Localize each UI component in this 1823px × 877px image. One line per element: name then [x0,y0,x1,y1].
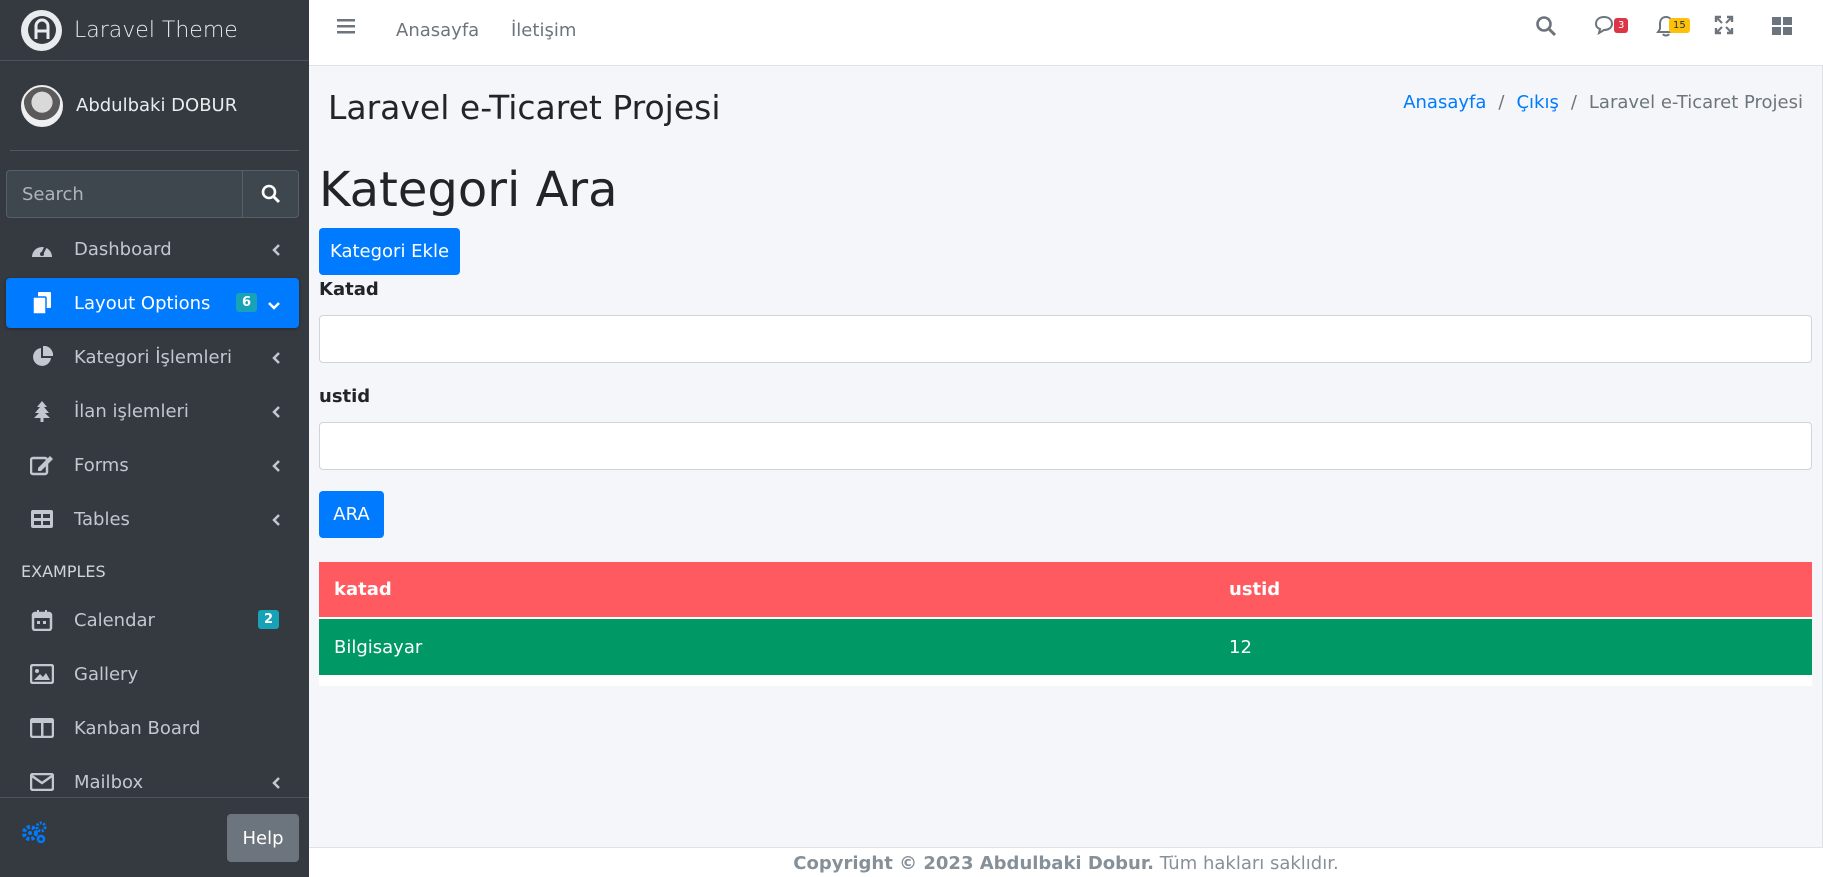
sidebar-item-tables[interactable]: Tables [6,494,299,544]
count-badge: 6 [235,293,257,312]
katad-label: Katad [319,279,379,300]
brand-link[interactable]: Laravel Theme [0,0,309,61]
brand-logo-icon [21,9,62,51]
sidebar-item-label: Kanban Board [74,717,201,739]
results-table: katad ustid Bilgisayar 12 [319,562,1812,686]
nav-link-anasayfa[interactable]: Anasayfa [396,20,479,41]
chevron-left-icon [271,774,281,795]
chevron-down-icon [267,295,281,316]
sidebar-item-label: Tables [74,508,130,530]
edit-icon [30,453,54,477]
breadcrumb: Anasayfa / Çıkış / Laravel e-Ticaret Pro… [1403,92,1803,113]
breadcrumb-anasayfa[interactable]: Anasayfa [1403,92,1486,113]
column-header-ustid: ustid [1229,579,1281,600]
table-cell-ustid: 12 [1229,636,1252,658]
sidebar-item-layout-options[interactable]: Layout Options 6 [6,278,299,328]
chevron-left-icon [271,349,281,370]
help-button[interactable]: Help [227,814,299,862]
sidebar: Laravel Theme Abdulbaki DOBUR Search Das… [0,0,309,877]
search-icon [261,184,280,204]
tree-icon [30,399,54,423]
sidebar-item-gallery[interactable]: Gallery [6,649,299,699]
search-icon[interactable] [1535,15,1557,41]
top-navbar: Anasayfa İletişim 3 15 [309,0,1823,66]
column-header-katad: katad [334,579,392,600]
table-icon [30,507,54,531]
notifications-count-badge: 15 [1669,18,1690,33]
sidebar-search: Search [6,170,299,218]
calendar-icon [30,608,54,632]
rights-text: Tüm hakları saklıdır. [1159,853,1339,874]
brand-text: Laravel Theme [74,17,238,43]
chart-pie-icon [30,345,54,369]
grid-icon[interactable] [1771,15,1793,41]
columns-icon [30,716,54,740]
sidebar-item-label: Kategori İşlemleri [74,346,232,368]
sidebar-item-label: Mailbox [74,771,144,793]
nav-link-iletisim[interactable]: İletişim [511,20,576,41]
sidebar-item-label: Calendar [74,609,155,631]
sidebar-item-ilan[interactable]: İlan işlemleri [6,386,299,436]
sidebar-footer: Help [0,797,309,877]
sidebar-item-dashboard[interactable]: Dashboard [6,224,299,274]
user-name[interactable]: Abdulbaki DOBUR [76,95,237,116]
breadcrumb-separator: / [1498,92,1505,113]
sidebar-item-label: Gallery [74,663,139,685]
chevron-left-icon [271,241,281,262]
sidebar-search-input[interactable]: Search [6,170,242,218]
envelope-icon [30,770,54,794]
sidebar-item-label: İlan işlemleri [74,400,189,422]
ustid-label: ustid [319,386,371,407]
add-category-button[interactable]: Kategori Ekle [319,228,460,275]
sidebar-item-label: Dashboard [74,238,172,260]
table-cell-katad: Bilgisayar [334,636,423,658]
copy-icon [30,291,54,315]
nav-header-examples: EXAMPLES [21,562,106,581]
fullscreen-icon[interactable] [1714,15,1734,39]
page-footer: Copyright © 2023 Abdulbaki Dobur. Tüm ha… [309,847,1823,877]
count-badge: 2 [257,610,279,629]
sidebar-item-calendar[interactable]: Calendar 2 [6,595,299,645]
sidebar-item-label: Layout Options [74,292,211,314]
sidebar-item-kanban[interactable]: Kanban Board [6,703,299,753]
page-title: Laravel e-Ticaret Projesi [328,88,721,127]
cogs-icon[interactable] [21,821,47,847]
sidebar-item-forms[interactable]: Forms [6,440,299,490]
breadcrumb-cikis[interactable]: Çıkış [1516,92,1558,113]
chevron-left-icon [271,457,281,478]
content-header: Laravel e-Ticaret Projesi Anasayfa / Çık… [309,66,1823,146]
hamburger-menu-icon[interactable] [336,16,356,40]
search-submit-button[interactable]: ARA [319,491,384,538]
tachometer-icon [30,237,54,261]
chevron-left-icon [271,403,281,424]
image-icon [30,662,54,686]
copyright-text: Copyright © 2023 Abdulbaki Dobur. [793,853,1155,874]
sidebar-nav: Dashboard Layout Options 6 Kategori İşle… [0,224,309,807]
table-header-row: katad ustid [319,562,1812,617]
breadcrumb-current: Laravel e-Ticaret Projesi [1588,92,1803,113]
breadcrumb-separator: / [1570,92,1577,113]
chevron-left-icon [271,511,281,532]
katad-input[interactable] [319,315,1812,363]
sidebar-item-kategori[interactable]: Kategori İşlemleri [6,332,299,382]
table-row: Bilgisayar 12 [319,619,1812,675]
section-heading: Kategori Ara [319,162,618,218]
sidebar-search-button[interactable] [242,170,299,218]
ustid-input[interactable] [319,422,1812,470]
user-panel[interactable]: Abdulbaki DOBUR [10,61,299,151]
sidebar-item-label: Forms [74,454,129,476]
avatar [21,84,63,127]
messages-count-badge: 3 [1614,18,1629,33]
